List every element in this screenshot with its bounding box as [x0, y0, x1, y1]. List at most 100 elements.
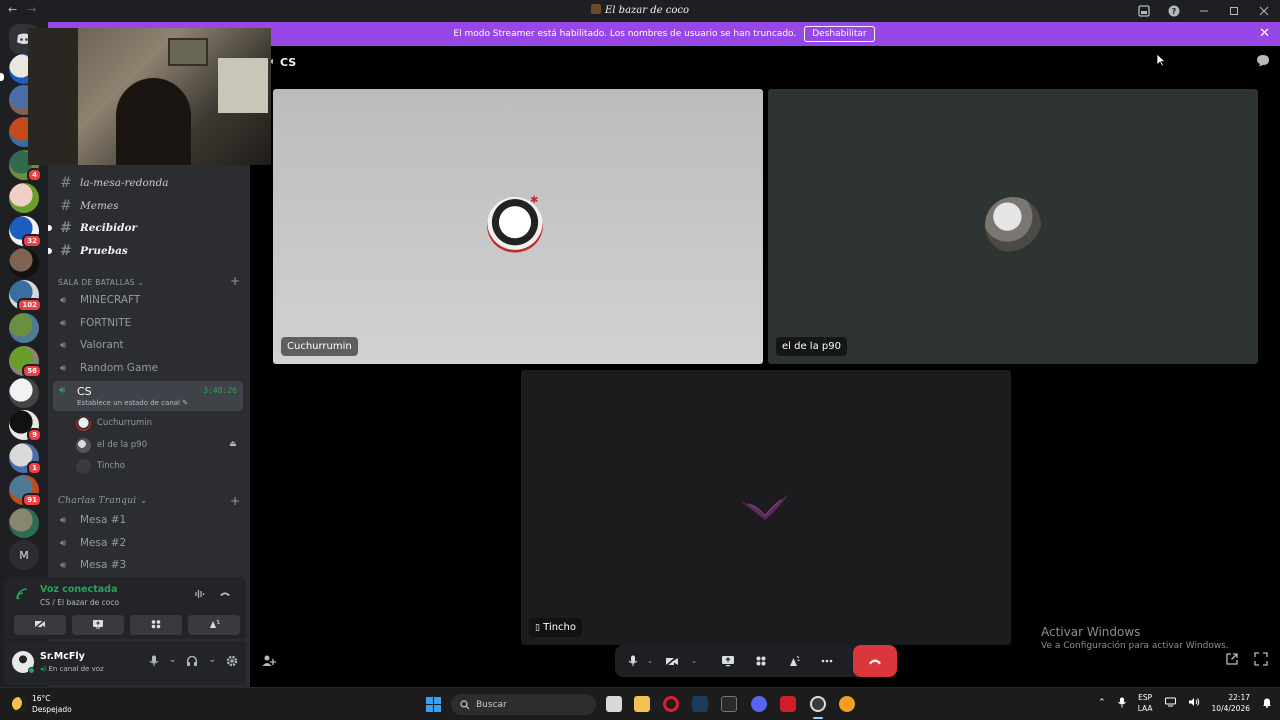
windows-activation-watermark: Activar Windows Ve a Configuración para …	[1041, 625, 1229, 651]
add-channel-icon[interactable]: +	[230, 494, 240, 508]
chevron-down-icon[interactable]: ⌄	[208, 655, 216, 670]
voice-channel-path[interactable]: CS / El bazar de coco	[40, 598, 119, 607]
voice-status-title[interactable]: Voz conectada	[40, 584, 117, 595]
member-name: Tincho	[97, 461, 125, 471]
invite-icon[interactable]	[262, 654, 276, 672]
server-m[interactable]: M	[9, 540, 39, 570]
language-indicator[interactable]: ESP LAA	[1138, 692, 1153, 714]
activities-button[interactable]	[130, 615, 182, 635]
channel-status-prompt[interactable]: Establece un estado de canal ✎	[77, 399, 188, 407]
opera-icon[interactable]	[663, 696, 679, 712]
network-icon[interactable]	[1164, 697, 1176, 709]
app-icon[interactable]	[780, 696, 796, 712]
channel-name: Random Game	[80, 362, 159, 374]
category-sala-de-batallas[interactable]: SALA DE BATALLAS ⌄	[58, 278, 144, 287]
obs-icon[interactable]	[810, 696, 826, 712]
voice-member[interactable]: Tincho	[76, 457, 125, 475]
disconnect-call-button[interactable]	[853, 645, 897, 677]
soundboard-button[interactable]	[777, 647, 810, 675]
server-icon[interactable]	[9, 248, 39, 278]
chevron-down-icon[interactable]: ⌄	[169, 655, 177, 670]
server-icon[interactable]: 102	[9, 280, 42, 312]
username[interactable]: Sr.McFly	[40, 651, 85, 662]
steam-icon[interactable]	[692, 696, 708, 712]
more-options-button[interactable]	[810, 647, 843, 675]
notification-bell-icon[interactable]	[1262, 697, 1272, 710]
add-channel-icon[interactable]: +	[230, 274, 240, 288]
video-tile[interactable]: el de la p90	[768, 89, 1258, 364]
voice-channel-mesa-1[interactable]: 🔊︎ Mesa #1	[54, 509, 244, 531]
microphone-tray-icon[interactable]	[1117, 697, 1126, 710]
file-explorer-icon[interactable]	[634, 696, 650, 712]
server-icon[interactable]: 91	[9, 475, 42, 507]
headphones-icon[interactable]	[186, 655, 198, 670]
category-charlas-tranqui[interactable]: Charlas Tranqui ⌄	[58, 496, 148, 506]
activities-icon	[756, 656, 765, 666]
server-icon[interactable]: 32	[9, 216, 42, 248]
chevron-down-icon[interactable]: ⌄	[643, 647, 657, 675]
mention-badge: 9	[27, 428, 42, 442]
chat-bubble-icon[interactable]	[1256, 54, 1270, 71]
mention-badge: 91	[22, 493, 42, 507]
text-channel-la-mesa-redonda[interactable]: # la-mesa-redonda	[54, 172, 244, 194]
server-icon[interactable]: 9	[9, 410, 42, 442]
epic-games-icon[interactable]	[721, 696, 737, 712]
minimize-icon[interactable]	[1196, 3, 1212, 19]
camera-toggle-button[interactable]	[14, 615, 66, 635]
camera-button[interactable]	[657, 647, 687, 675]
voice-channel-cs-active[interactable]: 🔊︎ CS 3:40:26 Establece un estado de can…	[53, 381, 243, 411]
share-screen-button[interactable]	[72, 615, 124, 635]
activities-button[interactable]	[744, 647, 777, 675]
gear-icon[interactable]	[226, 655, 238, 670]
close-banner-icon[interactable]: ✕	[1259, 26, 1270, 41]
channel-name: Mesa #3	[80, 559, 127, 571]
channel-name: MINECRAFT	[80, 294, 141, 306]
volume-icon[interactable]	[1188, 697, 1200, 709]
clock[interactable]: 22:17 10/4/2026	[1212, 692, 1250, 714]
avatar	[739, 492, 791, 522]
voice-channel-mesa-3[interactable]: 🔊︎ Mesa #3	[54, 554, 244, 576]
server-icon[interactable]: 56	[9, 346, 42, 378]
text-channel-memes[interactable]: # Memes	[54, 195, 244, 217]
disconnect-icon[interactable]	[219, 588, 231, 603]
voice-channel-valorant[interactable]: 🔊︎ Valorant	[54, 334, 244, 356]
voice-channel-minecraft[interactable]: 🔊︎ MINECRAFT	[54, 289, 244, 311]
chevron-up-icon[interactable]: ⌃	[1098, 698, 1106, 708]
microphone-button[interactable]	[623, 647, 643, 675]
popout-icon[interactable]	[1225, 652, 1239, 670]
voice-member[interactable]: Cuchurrumin	[76, 414, 152, 432]
fullscreen-icon[interactable]	[1254, 652, 1268, 670]
text-channel-pruebas[interactable]: # Pruebas	[54, 240, 244, 262]
discord-app-icon[interactable]	[751, 696, 767, 712]
voice-channel-mesa-2[interactable]: 🔊︎ Mesa #2	[54, 532, 244, 554]
disable-streamer-button[interactable]: Deshabilitar	[804, 26, 875, 42]
signal-icon[interactable]	[16, 588, 28, 603]
weather-widget[interactable]: 16°C Despejado	[12, 693, 72, 715]
voice-channel-fortnite[interactable]: 🔊︎ FORTNITE	[54, 312, 244, 334]
voice-channel-random-game[interactable]: 🔊︎ Random Game	[54, 357, 244, 379]
server-icon[interactable]	[9, 183, 39, 213]
channel-name: Memes	[80, 200, 119, 212]
inbox-icon[interactable]	[1136, 3, 1152, 19]
video-tile[interactable]: ✱ Cuchurrumin	[273, 89, 763, 364]
help-icon[interactable]: ?	[1166, 3, 1182, 19]
fl-studio-icon[interactable]	[839, 696, 855, 712]
server-icon[interactable]	[9, 508, 39, 538]
text-channel-recibidor[interactable]: # Recibidor	[54, 217, 244, 239]
task-view-icon[interactable]	[606, 696, 622, 712]
taskbar-search[interactable]: Buscar	[451, 694, 596, 715]
voice-stage: ◂ CS ✱ Cuchurrumin el de la p90 ▯ Tincho	[250, 46, 1280, 687]
voice-member[interactable]: el de la p90	[76, 436, 147, 454]
server-icon[interactable]	[9, 378, 39, 408]
soundboard-button[interactable]	[188, 615, 240, 635]
microphone-icon[interactable]	[149, 655, 159, 670]
video-tile[interactable]: ▯ Tincho	[521, 370, 1011, 645]
start-button-icon[interactable]	[426, 697, 441, 712]
close-window-icon[interactable]	[1256, 3, 1272, 19]
noise-suppression-icon[interactable]	[194, 588, 206, 603]
chevron-down-icon[interactable]: ⌄	[687, 647, 701, 675]
server-icon[interactable]	[9, 313, 39, 343]
server-icon[interactable]: 1	[9, 443, 42, 475]
maximize-icon[interactable]	[1226, 3, 1242, 19]
share-screen-button[interactable]	[711, 647, 744, 675]
